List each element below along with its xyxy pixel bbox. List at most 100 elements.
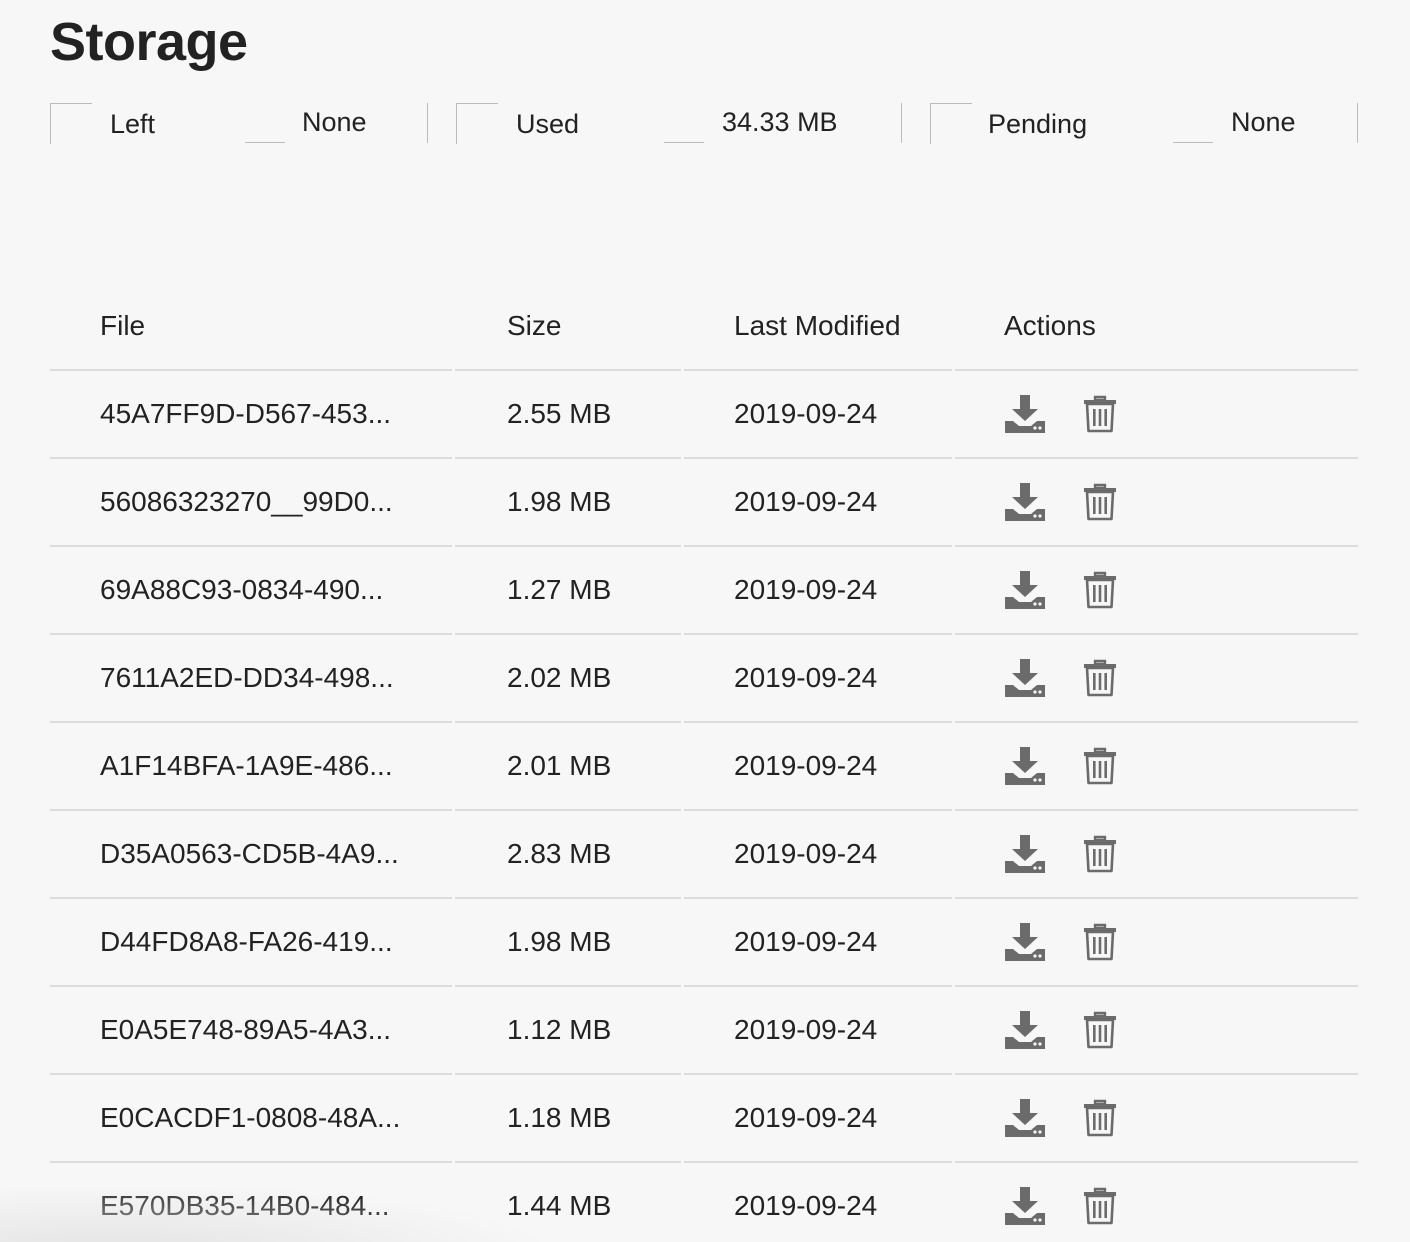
trash-icon <box>1084 1187 1116 1225</box>
download-button[interactable] <box>1004 834 1046 874</box>
download-button[interactable] <box>1004 1186 1046 1226</box>
row-actions <box>955 459 1358 547</box>
trash-icon <box>1084 835 1116 873</box>
delete-button[interactable] <box>1082 746 1118 786</box>
file-name: E0A5E748-89A5-4A3... <box>50 987 452 1075</box>
delete-button[interactable] <box>1082 570 1118 610</box>
table-row[interactable]: 69A88C93-0834-490... 1.27 MB 2019-09-24 <box>50 547 1358 635</box>
download-button[interactable] <box>1004 922 1046 962</box>
file-last-modified: 2019-09-24 <box>684 635 952 723</box>
storage-page: Storage Left None Used 34.33 MB Pending … <box>0 0 1410 1242</box>
file-name: E0CACDF1-0808-48A... <box>50 1075 452 1163</box>
file-name: E570DB35-14B0-484... <box>50 1163 452 1242</box>
download-button[interactable] <box>1004 1098 1046 1138</box>
delete-button[interactable] <box>1082 922 1118 962</box>
download-button[interactable] <box>1004 658 1046 698</box>
row-actions <box>955 1075 1358 1163</box>
file-name: 69A88C93-0834-490... <box>50 547 452 635</box>
download-button[interactable] <box>1004 570 1046 610</box>
table-row[interactable]: E0CACDF1-0808-48A... 1.18 MB 2019-09-24 <box>50 1075 1358 1163</box>
table-row[interactable]: D35A0563-CD5B-4A9... 2.83 MB 2019-09-24 <box>50 811 1358 899</box>
download-icon <box>1005 923 1045 961</box>
row-actions <box>955 811 1358 899</box>
stat-value: None <box>1231 107 1296 137</box>
file-size: 1.98 MB <box>455 899 681 987</box>
file-size: 2.01 MB <box>455 723 681 811</box>
download-icon <box>1005 1011 1045 1049</box>
trash-icon <box>1084 747 1116 785</box>
file-last-modified: 2019-09-24 <box>684 371 952 459</box>
table-row[interactable]: A1F14BFA-1A9E-486... 2.01 MB 2019-09-24 <box>50 723 1358 811</box>
column-header-file[interactable]: File <box>50 283 452 371</box>
file-last-modified: 2019-09-24 <box>684 1075 952 1163</box>
download-icon <box>1005 747 1045 785</box>
file-size: 2.55 MB <box>455 371 681 459</box>
row-actions <box>955 1163 1358 1242</box>
download-button[interactable] <box>1004 482 1046 522</box>
column-header-actions: Actions <box>955 283 1358 371</box>
delete-button[interactable] <box>1082 482 1118 522</box>
file-size: 2.83 MB <box>455 811 681 899</box>
file-last-modified: 2019-09-24 <box>684 459 952 547</box>
table-row[interactable]: E0A5E748-89A5-4A3... 1.12 MB 2019-09-24 <box>50 987 1358 1075</box>
row-actions <box>955 547 1358 635</box>
stat-used: Used 34.33 MB <box>456 103 902 145</box>
download-button[interactable] <box>1004 394 1046 434</box>
file-size: 1.12 MB <box>455 987 681 1075</box>
file-last-modified: 2019-09-24 <box>684 1163 952 1242</box>
file-size: 1.98 MB <box>455 459 681 547</box>
stat-left: Left None <box>50 103 428 145</box>
file-name: 7611A2ED-DD34-498... <box>50 635 452 723</box>
table-row[interactable]: E570DB35-14B0-484... 1.44 MB 2019-09-24 <box>50 1163 1358 1242</box>
table-row[interactable]: 45A7FF9D-D567-453... 2.55 MB 2019-09-24 <box>50 371 1358 459</box>
file-last-modified: 2019-09-24 <box>684 899 952 987</box>
file-last-modified: 2019-09-24 <box>684 811 952 899</box>
file-size: 1.18 MB <box>455 1075 681 1163</box>
table-row[interactable]: 7611A2ED-DD34-498... 2.02 MB 2019-09-24 <box>50 635 1358 723</box>
trash-icon <box>1084 1099 1116 1137</box>
delete-button[interactable] <box>1082 1186 1118 1226</box>
row-actions <box>955 987 1358 1075</box>
stat-value: None <box>302 107 367 137</box>
column-header-size[interactable]: Size <box>455 283 681 371</box>
download-icon <box>1005 659 1045 697</box>
download-icon <box>1005 483 1045 521</box>
column-header-last-modified[interactable]: Last Modified <box>684 283 952 371</box>
file-size: 1.27 MB <box>455 547 681 635</box>
table-row[interactable]: D44FD8A8-FA26-419... 1.98 MB 2019-09-24 <box>50 899 1358 987</box>
trash-icon <box>1084 483 1116 521</box>
delete-button[interactable] <box>1082 1010 1118 1050</box>
trash-icon <box>1084 659 1116 697</box>
file-name: 45A7FF9D-D567-453... <box>50 371 452 459</box>
delete-button[interactable] <box>1082 834 1118 874</box>
table-header: File Size Last Modified Actions <box>50 283 1358 371</box>
file-size: 2.02 MB <box>455 635 681 723</box>
delete-button[interactable] <box>1082 658 1118 698</box>
stat-label: Used <box>516 109 580 139</box>
file-name: D35A0563-CD5B-4A9... <box>50 811 452 899</box>
row-actions <box>955 899 1358 987</box>
delete-button[interactable] <box>1082 394 1118 434</box>
table-body: 45A7FF9D-D567-453... 2.55 MB 2019-09-24 <box>50 371 1358 1242</box>
download-icon <box>1005 835 1045 873</box>
table-row[interactable]: 56086323270__99D0... 1.98 MB 2019-09-24 <box>50 459 1358 547</box>
file-last-modified: 2019-09-24 <box>684 987 952 1075</box>
trash-icon <box>1084 923 1116 961</box>
download-button[interactable] <box>1004 1010 1046 1050</box>
stat-label: Pending <box>988 109 1088 139</box>
download-button[interactable] <box>1004 746 1046 786</box>
file-name: 56086323270__99D0... <box>50 459 452 547</box>
download-icon <box>1005 1187 1045 1225</box>
download-icon <box>1005 571 1045 609</box>
row-actions <box>955 635 1358 723</box>
file-name: A1F14BFA-1A9E-486... <box>50 723 452 811</box>
file-last-modified: 2019-09-24 <box>684 723 952 811</box>
trash-icon <box>1084 1011 1116 1049</box>
delete-button[interactable] <box>1082 1098 1118 1138</box>
file-size: 1.44 MB <box>455 1163 681 1242</box>
page-title: Storage <box>50 12 248 72</box>
trash-icon <box>1084 571 1116 609</box>
row-actions <box>955 723 1358 811</box>
file-name: D44FD8A8-FA26-419... <box>50 899 452 987</box>
files-table: File Size Last Modified Actions 45A7FF9D… <box>50 283 1358 1242</box>
